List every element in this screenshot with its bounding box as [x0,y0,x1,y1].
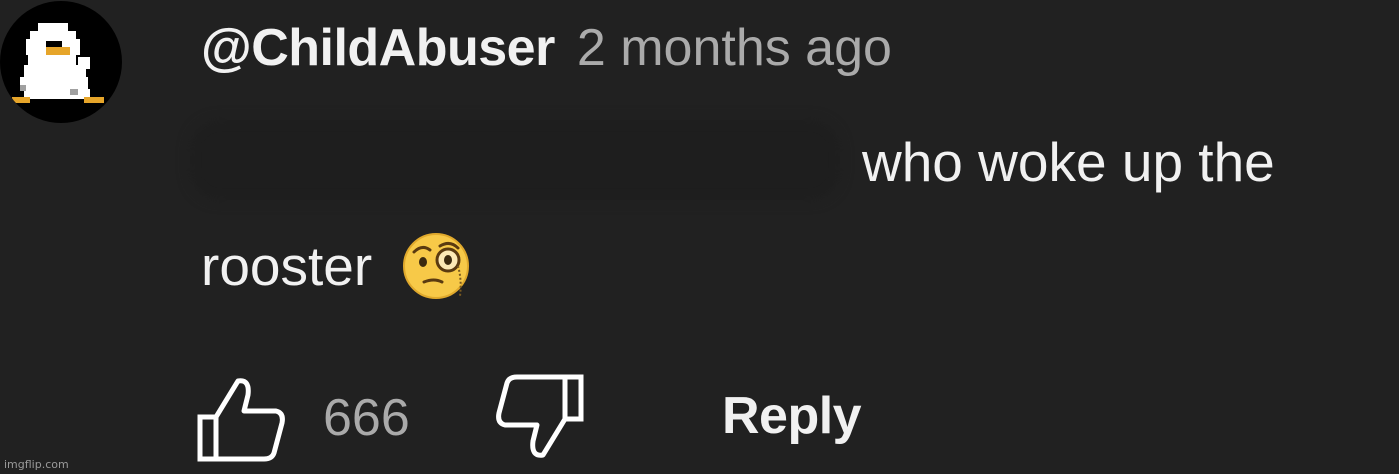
avatar[interactable] [0,1,122,123]
watermark: imgflip.com [4,458,69,471]
blurred-text-region [190,120,840,200]
thumbs-down-icon [496,374,584,458]
reply-button[interactable]: Reply [722,386,862,446]
pixel-duck-avatar-icon [12,23,104,103]
comment-header: @ChildAbuser 2 months ago [201,18,892,88]
face-with-monocle-icon [402,230,474,302]
comment-author[interactable]: @ChildAbuser [201,18,555,78]
like-button[interactable] [194,373,286,463]
dislike-button[interactable] [495,373,587,463]
comment-text-line-1: who woke up the [862,131,1275,193]
comment-timestamp[interactable]: 2 months ago [577,18,892,78]
comment-text-line-2: rooster [201,235,373,297]
like-count: 666 [323,389,410,447]
comment-actions: 666 Reply [190,368,890,464]
thumbs-up-icon [197,378,285,462]
comment-text-line-2-row: rooster [201,230,474,302]
